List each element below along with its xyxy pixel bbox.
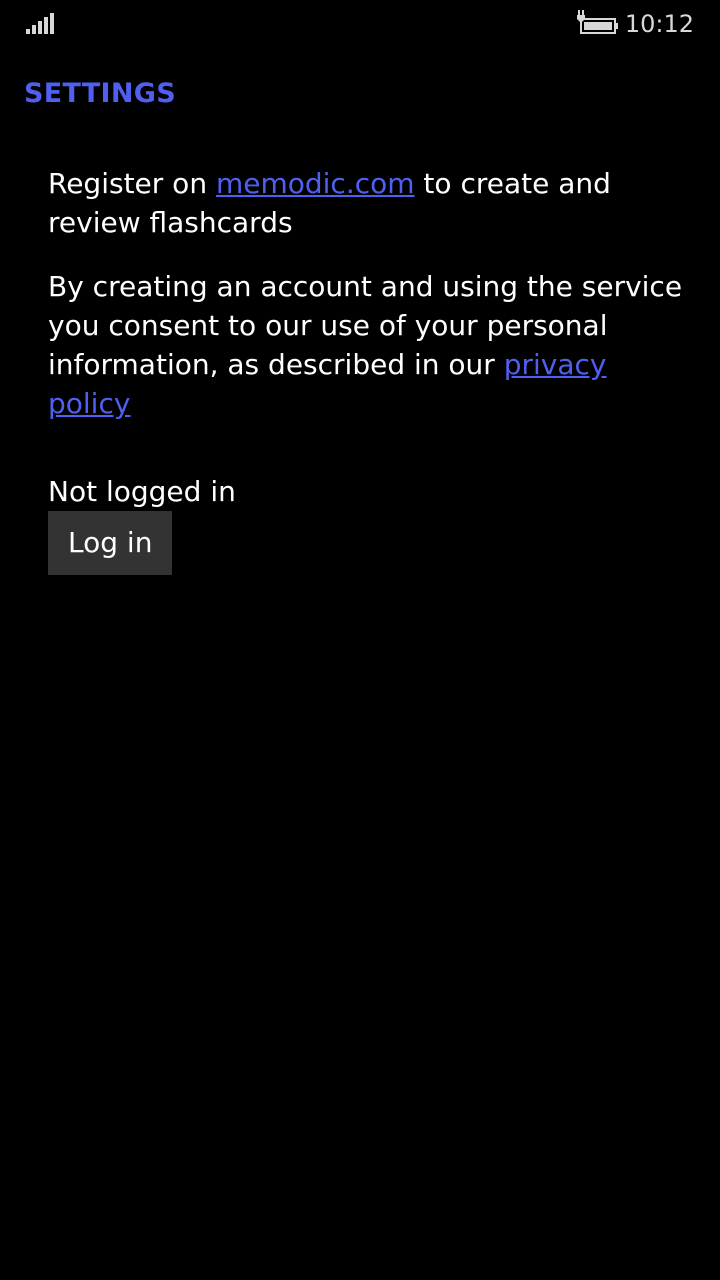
page-title: SETTINGS xyxy=(24,78,176,109)
register-paragraph: Register on memodic.com to create and re… xyxy=(48,164,688,242)
status-bar: 10:12 xyxy=(0,0,720,50)
memodic-link[interactable]: memodic.com xyxy=(216,167,415,200)
consent-paragraph: By creating an account and using the ser… xyxy=(48,267,688,423)
clock: 10:12 xyxy=(624,10,694,38)
register-prefix-text: Register on xyxy=(48,167,216,200)
login-status-label: Not logged in xyxy=(48,475,236,508)
cellular-signal-icon xyxy=(26,13,54,34)
battery-charging-icon xyxy=(577,10,618,34)
settings-content: Register on memodic.com to create and re… xyxy=(48,164,688,575)
login-button[interactable]: Log in xyxy=(48,511,173,575)
